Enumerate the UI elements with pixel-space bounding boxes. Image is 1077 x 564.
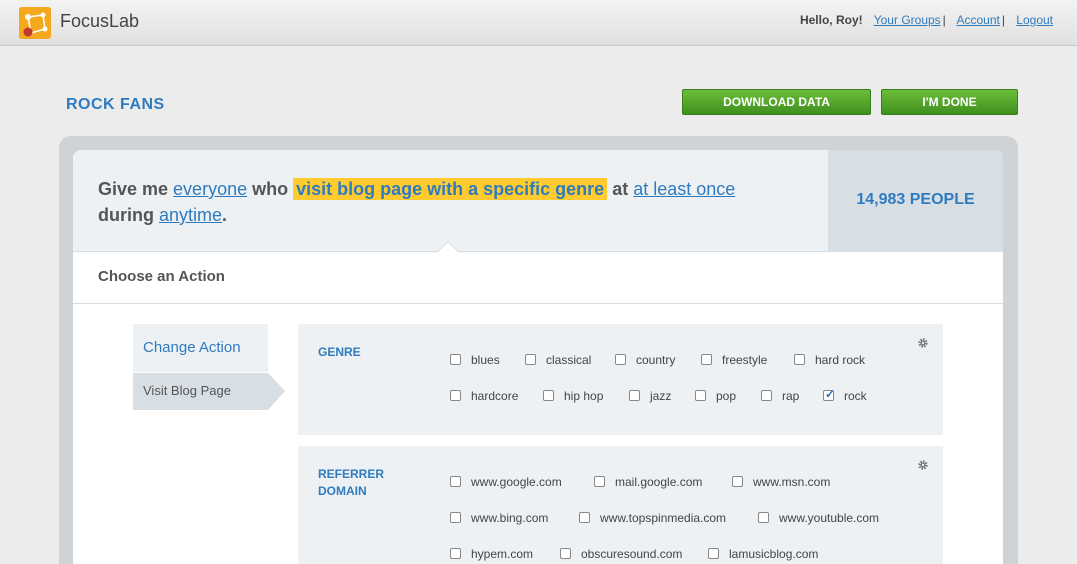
menu-selected-arrow <box>268 373 285 410</box>
page-title: ROCK FANS <box>66 96 165 113</box>
option-label: hypem.com <box>471 547 534 561</box>
option-label: classical <box>546 353 592 367</box>
condition-highlight[interactable]: visit blog page with a specific genre <box>293 178 608 200</box>
referrer-option-bing[interactable]: www.bing.com <box>450 510 548 526</box>
greeting: Hello, Roy! <box>799 13 863 27</box>
change-action-menu-item[interactable]: Change Action <box>133 324 268 372</box>
option-label: blues <box>471 353 500 367</box>
checkbox[interactable] <box>695 390 706 402</box>
genre-option-pop[interactable]: pop <box>695 388 736 404</box>
referrer-domain-label: REFERRER DOMAIN <box>318 467 385 498</box>
option-label: www.youtuble.com <box>779 511 880 525</box>
genre-option-classical[interactable]: classical <box>525 352 591 368</box>
genre-option-freestyle[interactable]: freestyle <box>701 352 767 368</box>
genre-option-jazz[interactable]: jazz <box>629 388 671 404</box>
option-label: www.msn.com <box>753 475 831 489</box>
frequency-link[interactable]: at least once <box>633 179 735 199</box>
option-label: mail.google.com <box>615 475 703 489</box>
gear-icon[interactable] <box>917 337 929 349</box>
checkbox[interactable] <box>450 390 461 402</box>
gear-icon[interactable] <box>917 459 929 471</box>
your-groups-link[interactable]: Your Groups <box>874 13 941 27</box>
segment-panel: Give me everyone who visit blog page wit… <box>73 150 1003 564</box>
nav-separator: | <box>942 13 946 27</box>
query-sentence: Give me everyone who visit blog page wit… <box>98 176 798 228</box>
audience-link[interactable]: everyone <box>173 179 247 199</box>
referrer-option-youtuble[interactable]: www.youtuble.com <box>758 510 879 526</box>
referrer-domain-filter-section: REFERRER DOMAIN www.google.com mail.goog… <box>298 446 943 564</box>
option-label: www.topspinmedia.com <box>600 511 727 525</box>
option-label: rap <box>782 389 800 403</box>
timeframe-link[interactable]: anytime <box>159 205 222 225</box>
checkbox[interactable] <box>794 354 805 366</box>
query-area: Give me everyone who visit blog page wit… <box>73 150 828 252</box>
referrer-option-google[interactable]: www.google.com <box>450 474 562 490</box>
nav-separator: | <box>1001 13 1005 27</box>
option-label: rock <box>844 389 867 403</box>
option-label: jazz <box>650 389 672 403</box>
divider <box>73 303 1003 304</box>
option-label: hardcore <box>471 389 519 403</box>
checkbox[interactable] <box>525 354 536 366</box>
query-during: during <box>98 205 159 225</box>
top-bar: FocusLab Hello, Roy! Your Groups | Accoun… <box>0 0 1077 46</box>
checkbox[interactable] <box>450 354 461 366</box>
checkbox-checked[interactable] <box>823 386 835 402</box>
checkbox[interactable] <box>615 354 626 366</box>
option-label: freestyle <box>722 353 768 367</box>
option-label: lamusicblog.com <box>729 547 819 561</box>
option-label: hip hop <box>564 389 604 403</box>
genre-option-rock[interactable]: rock <box>823 386 867 404</box>
logout-link[interactable]: Logout <box>1016 13 1053 27</box>
checkbox[interactable] <box>758 512 769 524</box>
account-link[interactable]: Account <box>956 13 999 27</box>
people-count-box: 14,983 PEOPLE <box>828 150 1003 252</box>
query-prefix: Give me <box>98 179 174 199</box>
genre-option-rap[interactable]: rap <box>761 388 799 404</box>
referrer-option-topspinmedia[interactable]: www.topspinmedia.com <box>579 510 726 526</box>
checkbox[interactable] <box>543 390 554 402</box>
referrer-option-mail-google[interactable]: mail.google.com <box>594 474 702 490</box>
referrer-option-hypem[interactable]: hypem.com <box>450 546 533 562</box>
query-who: who <box>247 179 294 199</box>
im-done-button[interactable]: I'M DONE <box>881 89 1018 115</box>
choose-action-heading: Choose an Action <box>98 268 225 285</box>
option-label: hard rock <box>815 353 866 367</box>
checkbox[interactable] <box>579 512 590 524</box>
option-label: www.google.com <box>471 475 562 489</box>
genre-option-country[interactable]: country <box>615 352 675 368</box>
focuslab-logo-icon[interactable] <box>19 7 51 39</box>
app-name: FocusLab <box>60 11 140 31</box>
checkbox[interactable] <box>450 548 461 560</box>
option-label: obscuresound.com <box>581 547 683 561</box>
option-label: www.bing.com <box>471 511 549 525</box>
genre-option-hard-rock[interactable]: hard rock <box>794 352 865 368</box>
checkbox[interactable] <box>629 390 640 402</box>
checkbox[interactable] <box>450 476 461 488</box>
checkbox[interactable] <box>732 476 743 488</box>
checkbox[interactable] <box>450 512 461 524</box>
referrer-option-obscuresound[interactable]: obscuresound.com <box>560 546 682 562</box>
query-at: at <box>607 179 634 199</box>
user-nav: Hello, Roy! Your Groups | Account | Logout <box>800 13 1053 27</box>
option-label: pop <box>716 389 737 403</box>
checkbox[interactable] <box>708 548 719 560</box>
referrer-option-msn[interactable]: www.msn.com <box>732 474 830 490</box>
genre-label: GENRE <box>318 345 361 359</box>
genre-filter-section: GENRE blues classical country freestyle … <box>298 324 943 435</box>
genre-option-hardcore[interactable]: hardcore <box>450 388 518 404</box>
download-data-button[interactable]: DOWNLOAD DATA <box>682 89 871 115</box>
checkbox[interactable] <box>701 354 712 366</box>
query-period: . <box>222 205 228 225</box>
genre-option-blues[interactable]: blues <box>450 352 500 368</box>
people-count: 14,983 PEOPLE <box>856 191 975 208</box>
checkbox[interactable] <box>761 390 772 402</box>
genre-option-hip-hop[interactable]: hip hop <box>543 388 603 404</box>
option-label: country <box>636 353 676 367</box>
checkbox[interactable] <box>594 476 605 488</box>
referrer-option-lamusicblog[interactable]: lamusicblog.com <box>708 546 818 562</box>
checkbox[interactable] <box>560 548 571 560</box>
visit-blog-page-menu-item[interactable]: Visit Blog Page <box>133 373 268 410</box>
